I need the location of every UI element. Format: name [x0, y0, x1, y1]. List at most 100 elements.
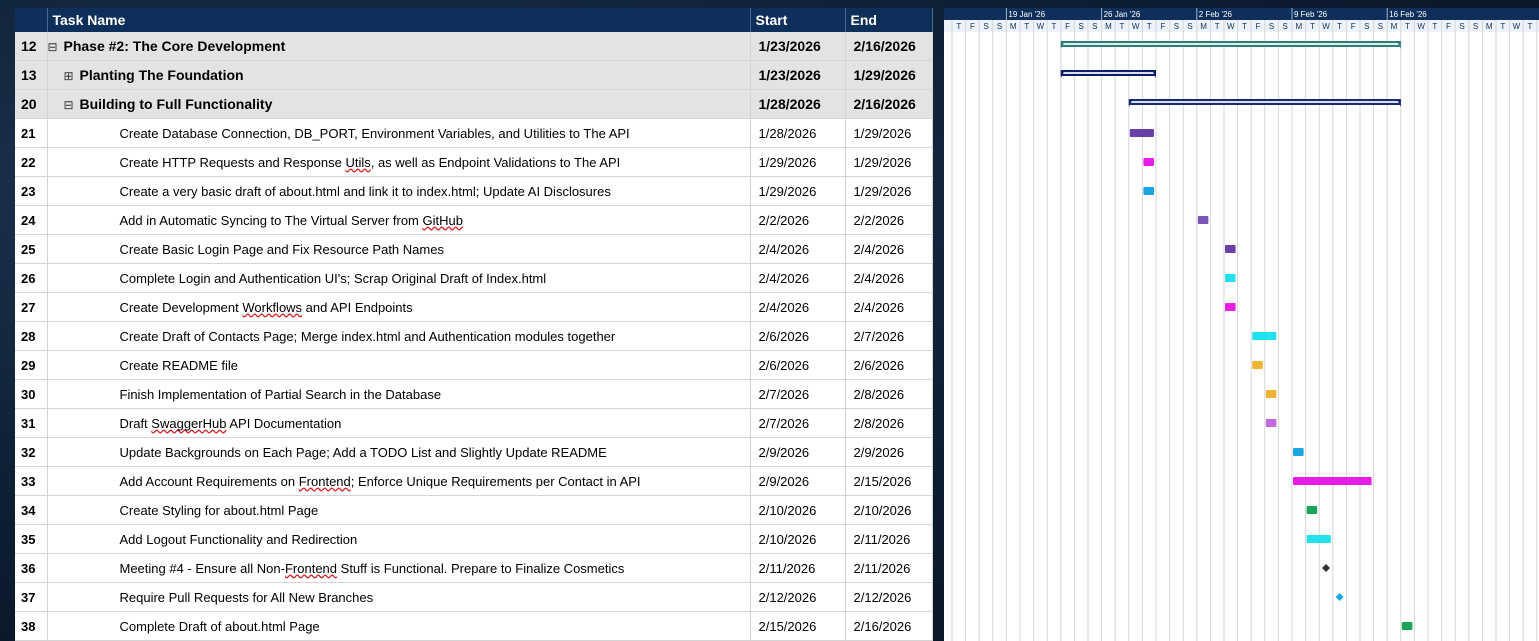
- task-name-cell[interactable]: Add Account Requirements on Frontend; En…: [47, 466, 751, 496]
- table-row[interactable]: 26 Complete Login and Authentication UI's…: [15, 263, 933, 293]
- start-date-cell[interactable]: 1/29/2026: [750, 176, 846, 206]
- end-date-cell[interactable]: 2/9/2026: [845, 437, 933, 467]
- task-name-cell[interactable]: Draft SwaggerHub API Documentation: [47, 408, 751, 438]
- end-column-header[interactable]: End: [845, 8, 933, 32]
- end-date-cell[interactable]: 2/4/2026: [845, 263, 933, 293]
- task-name-cell[interactable]: Create Draft of Contacts Page; Merge ind…: [47, 321, 751, 351]
- task-name-cell[interactable]: ⊟ Building to Full Functionality: [47, 89, 751, 119]
- task-name-cell[interactable]: ⊟ Phase #2: The Core Development: [47, 32, 751, 61]
- end-date-cell[interactable]: 2/6/2026: [845, 350, 933, 380]
- table-row[interactable]: 20 ⊟ Building to Full Functionality 1/28/20…: [15, 89, 933, 119]
- start-date-cell[interactable]: 2/2/2026: [750, 205, 846, 235]
- end-date-cell[interactable]: 2/10/2026: [845, 495, 933, 525]
- end-date-cell[interactable]: 2/16/2026: [845, 32, 933, 61]
- start-date-cell[interactable]: 2/11/2026: [750, 553, 846, 583]
- end-date-cell[interactable]: 2/4/2026: [845, 292, 933, 322]
- id-column-header[interactable]: [15, 8, 48, 32]
- table-row[interactable]: 35 Add Logout Functionality and Redirecti…: [15, 524, 933, 554]
- task-bar: [1265, 419, 1277, 427]
- task-name-cell[interactable]: Meeting #4 - Ensure all Non-Frontend Stu…: [47, 553, 751, 583]
- task-name-text: Create Draft of Contacts Page; Merge ind…: [119, 328, 616, 344]
- end-date-cell[interactable]: 2/16/2026: [845, 611, 933, 641]
- day-label: S: [997, 22, 1002, 31]
- start-date-cell[interactable]: 2/9/2026: [750, 466, 846, 496]
- start-date-cell[interactable]: 1/28/2026: [750, 118, 846, 148]
- start-date-cell[interactable]: 2/7/2026: [750, 379, 846, 409]
- start-date-cell[interactable]: 2/10/2026: [750, 495, 846, 525]
- start-column-header[interactable]: Start: [750, 8, 846, 32]
- collapse-icon[interactable]: ⊟: [48, 40, 64, 54]
- task-name-cell[interactable]: Complete Draft of about.html Page: [47, 611, 751, 641]
- table-row[interactable]: 31 Draft SwaggerHub API Documentation 2/7/…: [15, 408, 933, 438]
- table-row[interactable]: 24 Add in Automatic Syncing to The Virtua…: [15, 205, 933, 235]
- end-date-cell[interactable]: 2/15/2026: [845, 466, 933, 496]
- end-date-cell[interactable]: 2/2/2026: [845, 205, 933, 235]
- start-date-cell[interactable]: 2/9/2026: [750, 437, 846, 467]
- day-label: F: [1256, 22, 1261, 31]
- start-date-cell[interactable]: 2/4/2026: [750, 234, 846, 264]
- end-date-cell[interactable]: 2/16/2026: [845, 89, 933, 119]
- start-date-cell[interactable]: 2/7/2026: [750, 408, 846, 438]
- day-label: W: [1322, 22, 1330, 31]
- table-row[interactable]: 32 Update Backgrounds on Each Page; Add a…: [15, 437, 933, 467]
- start-date-cell[interactable]: 2/4/2026: [750, 263, 846, 293]
- start-date-cell[interactable]: 1/29/2026: [750, 147, 846, 177]
- end-date-cell[interactable]: 2/11/2026: [845, 524, 933, 554]
- start-date-cell[interactable]: 2/4/2026: [750, 292, 846, 322]
- day-label: T: [1242, 22, 1247, 31]
- table-row[interactable]: 33 Add Account Requirements on Frontend; …: [15, 466, 933, 496]
- task-name-cell[interactable]: Create README file: [47, 350, 751, 380]
- task-name-cell[interactable]: Finish Implementation of Partial Search …: [47, 379, 751, 409]
- end-date-cell[interactable]: 2/12/2026: [845, 582, 933, 612]
- day-label: T: [1337, 22, 1342, 31]
- table-row[interactable]: 12 ⊟ Phase #2: The Core Development 1/23/20…: [15, 32, 933, 61]
- end-date-cell[interactable]: 2/8/2026: [845, 379, 933, 409]
- start-date-cell[interactable]: 1/28/2026: [750, 89, 846, 119]
- row-id: 20: [15, 89, 48, 119]
- task-name-cell[interactable]: Add Logout Functionality and Redirection: [47, 524, 751, 554]
- table-row[interactable]: 13 ⊞ Planting The Foundation 1/23/2026 1/29/…: [15, 60, 933, 90]
- task-name-cell[interactable]: Create a very basic draft of about.html …: [47, 176, 751, 206]
- table-row[interactable]: 25 Create Basic Login Page and Fix Resour…: [15, 234, 933, 264]
- table-row[interactable]: 27 Create Development Workflows and API E…: [15, 292, 933, 322]
- collapse-icon[interactable]: ⊟: [64, 98, 80, 112]
- end-date-cell[interactable]: 2/7/2026: [845, 321, 933, 351]
- end-date-cell[interactable]: 1/29/2026: [845, 60, 933, 90]
- task-name-text: Draft SwaggerHub API Documentation: [119, 415, 342, 431]
- start-date-cell[interactable]: 2/12/2026: [750, 582, 846, 612]
- table-row[interactable]: 36 Meeting #4 - Ensure all Non-Frontend S…: [15, 553, 933, 583]
- table-row[interactable]: 21 Create Database Connection, DB_PORT, E…: [15, 118, 933, 148]
- end-date-cell[interactable]: 1/29/2026: [845, 118, 933, 148]
- start-date-cell[interactable]: 1/23/2026: [750, 32, 846, 61]
- task-name-cell[interactable]: Complete Login and Authentication UI's; …: [47, 263, 751, 293]
- table-row[interactable]: 38 Complete Draft of about.html Page 2/15/…: [15, 611, 933, 641]
- table-row[interactable]: 29 Create README file 2/6/2026 2/6/2026: [15, 350, 933, 380]
- end-date-cell[interactable]: 1/29/2026: [845, 176, 933, 206]
- task-name-cell[interactable]: ⊞ Planting The Foundation: [47, 60, 751, 90]
- table-row[interactable]: 30 Finish Implementation of Partial Searc…: [15, 379, 933, 409]
- table-row[interactable]: 22 Create HTTP Requests and Response Util…: [15, 147, 933, 177]
- task-name-cell[interactable]: Create Styling for about.html Page: [47, 495, 751, 525]
- task-name-cell[interactable]: Require Pull Requests for All New Branch…: [47, 582, 751, 612]
- end-date-cell[interactable]: 2/4/2026: [845, 234, 933, 264]
- end-date-cell[interactable]: 1/29/2026: [845, 147, 933, 177]
- task-name-cell[interactable]: Add in Automatic Syncing to The Virtual …: [47, 205, 751, 235]
- task-name-cell[interactable]: Update Backgrounds on Each Page; Add a T…: [47, 437, 751, 467]
- expand-icon[interactable]: ⊞: [64, 69, 80, 83]
- start-date-cell[interactable]: 2/6/2026: [750, 321, 846, 351]
- task-name-cell[interactable]: Create HTTP Requests and Response Utils,…: [47, 147, 751, 177]
- task-name-cell[interactable]: Create Basic Login Page and Fix Resource…: [47, 234, 751, 264]
- task-name-cell[interactable]: Create Database Connection, DB_PORT, Env…: [47, 118, 751, 148]
- table-row[interactable]: 34 Create Styling for about.html Page 2/10…: [15, 495, 933, 525]
- start-date-cell[interactable]: 2/10/2026: [750, 524, 846, 554]
- task-name-cell[interactable]: Create Development Workflows and API End…: [47, 292, 751, 322]
- table-row[interactable]: 37 Require Pull Requests for All New Bran…: [15, 582, 933, 612]
- start-date-cell[interactable]: 2/15/2026: [750, 611, 846, 641]
- start-date-cell[interactable]: 1/23/2026: [750, 60, 846, 90]
- end-date-cell[interactable]: 2/11/2026: [845, 553, 933, 583]
- table-row[interactable]: 28 Create Draft of Contacts Page; Merge i…: [15, 321, 933, 351]
- start-date-cell[interactable]: 2/6/2026: [750, 350, 846, 380]
- table-row[interactable]: 23 Create a very basic draft of about.htm…: [15, 176, 933, 206]
- end-date-cell[interactable]: 2/8/2026: [845, 408, 933, 438]
- task-name-column-header[interactable]: Task Name: [47, 8, 751, 32]
